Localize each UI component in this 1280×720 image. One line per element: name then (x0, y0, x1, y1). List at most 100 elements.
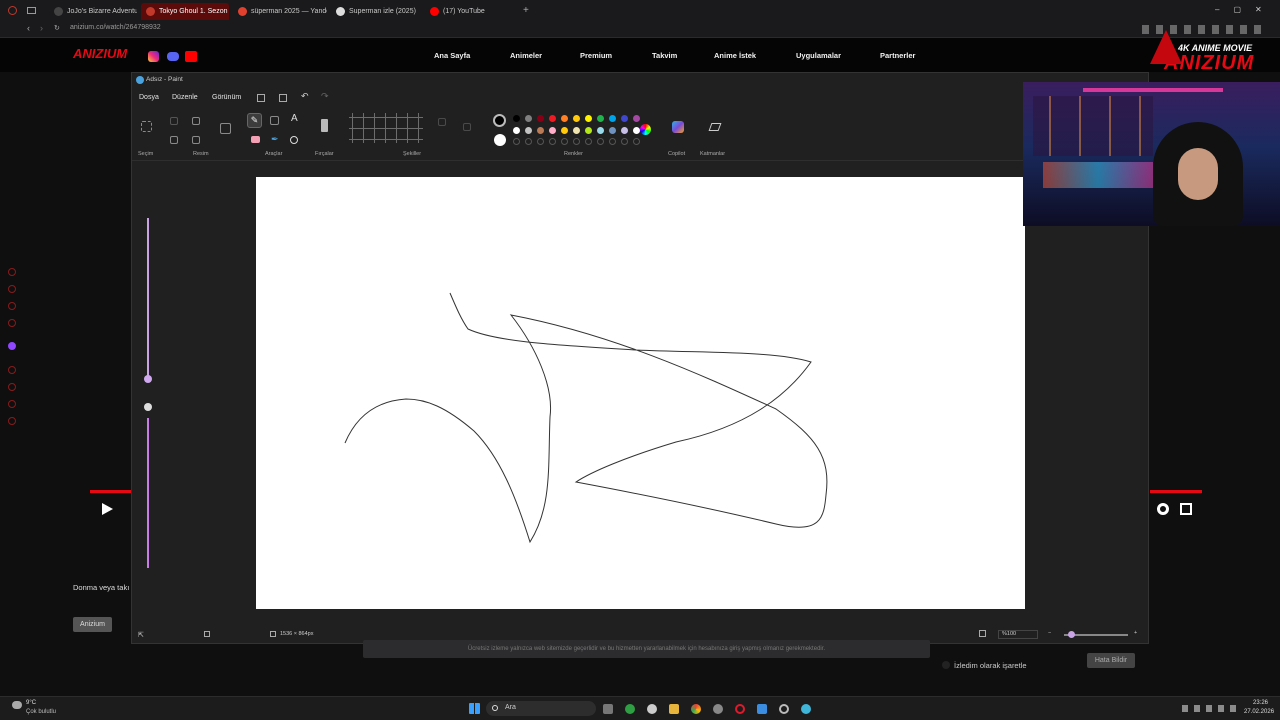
color-swatch[interactable] (585, 115, 592, 122)
sidebar-icon[interactable] (8, 400, 16, 408)
clock-date[interactable]: 27.02.2026 (1244, 709, 1274, 715)
color-swatch[interactable] (537, 127, 544, 134)
color2-swatch[interactable] (494, 134, 506, 146)
color-swatch[interactable] (621, 138, 628, 145)
eraser-icon[interactable] (251, 136, 260, 143)
watched-label[interactable]: İzledim olarak işaretle (954, 661, 1027, 670)
color-swatch[interactable] (585, 138, 592, 145)
color-swatch[interactable] (621, 115, 628, 122)
window-controls[interactable]: –▢✕ (1215, 5, 1276, 14)
browser-menu-icon[interactable] (8, 6, 17, 15)
nav-link[interactable]: Uygulamalar (796, 51, 841, 60)
nav-link[interactable]: Ana Sayfa (434, 51, 470, 60)
discord-icon[interactable] (167, 52, 179, 61)
steam-icon[interactable] (647, 704, 657, 714)
color-swatch[interactable] (609, 138, 616, 145)
open-icon[interactable] (279, 94, 287, 102)
report-button[interactable]: Hata Bildir (1087, 653, 1135, 668)
anizium-badge[interactable]: Anizium (73, 617, 112, 632)
start-icon[interactable] (469, 703, 480, 714)
tray-icons[interactable] (1182, 705, 1240, 712)
menu-item[interactable]: Görünüm (212, 91, 241, 105)
text-icon[interactable]: A (291, 113, 298, 124)
color-swatch[interactable] (549, 138, 556, 145)
brush-size-slider[interactable] (147, 218, 149, 381)
drawing-canvas[interactable] (256, 177, 1025, 609)
task-view-icon[interactable] (603, 704, 613, 714)
menu-item[interactable]: Dosya (139, 91, 159, 105)
image-select-icon[interactable] (220, 123, 231, 134)
rotate-icon[interactable] (170, 136, 178, 144)
color-swatch[interactable] (513, 138, 520, 145)
color-swatch[interactable] (549, 127, 556, 134)
nav-link[interactable]: Premium (580, 51, 612, 60)
new-tab-button[interactable]: + (523, 5, 529, 16)
color-swatch[interactable] (513, 127, 520, 134)
weather-desc[interactable]: Çok bulutlu (26, 709, 56, 715)
color-swatch[interactable] (597, 115, 604, 122)
undo-icon[interactable]: ↶ (301, 91, 309, 102)
crop-icon[interactable] (170, 117, 178, 125)
search-label[interactable]: Ara (505, 704, 516, 711)
browser-tab[interactable]: (17) YouTube (425, 3, 515, 20)
flip-icon[interactable] (192, 136, 200, 144)
nav-link[interactable]: Takvim (652, 51, 677, 60)
nav-link[interactable]: Animeler (510, 51, 542, 60)
color-swatch[interactable] (561, 115, 568, 122)
color-swatch[interactable] (633, 115, 640, 122)
watched-toggle[interactable] (942, 661, 950, 669)
back-icon[interactable]: ‹ (27, 23, 30, 33)
color-swatch[interactable] (621, 127, 628, 134)
twitch-icon[interactable] (8, 342, 16, 350)
color-swatch[interactable] (525, 138, 532, 145)
browser-tab[interactable]: süperman 2025 — Yande (233, 3, 327, 20)
menu-item[interactable]: Düzenle (172, 91, 198, 105)
brush-icon[interactable] (321, 119, 328, 132)
browser-tab[interactable]: Tokyo Ghoul 1. Sezon 7. B (141, 3, 229, 20)
zoom-in-icon[interactable]: + (1134, 630, 1137, 636)
pencil-tool[interactable]: ✎ (247, 113, 262, 128)
sidebar-icon[interactable] (8, 268, 16, 276)
edit-colors-icon[interactable] (640, 124, 651, 135)
chrome-icon[interactable] (691, 704, 701, 714)
color-swatch[interactable] (561, 127, 568, 134)
opacity-slider[interactable] (147, 418, 149, 568)
reload-icon[interactable]: ↻ (54, 24, 60, 32)
shape-fill-icon[interactable] (463, 123, 471, 131)
color-swatch[interactable] (537, 115, 544, 122)
color-swatch[interactable] (525, 127, 532, 134)
app-icon[interactable] (713, 704, 723, 714)
fullscreen-icon[interactable] (1180, 503, 1192, 515)
instagram-icon[interactable] (148, 51, 159, 62)
settings-icon[interactable] (1157, 503, 1169, 515)
video-progress-bar-right[interactable] (1150, 490, 1202, 493)
store-icon[interactable] (757, 704, 767, 714)
taskbar-search[interactable] (486, 701, 596, 716)
opera-icon[interactable] (735, 704, 745, 714)
settings-app-icon[interactable] (779, 704, 789, 714)
sidebar-icon[interactable] (8, 383, 16, 391)
video-progress-bar[interactable] (90, 490, 132, 493)
shapes-gallery[interactable] (349, 113, 423, 143)
color-swatch[interactable] (585, 127, 592, 134)
color-swatch[interactable] (573, 138, 580, 145)
fill-icon[interactable] (270, 116, 279, 125)
youtube-icon[interactable] (185, 51, 197, 62)
paint-taskbar-icon[interactable] (801, 704, 811, 714)
color-swatch[interactable] (633, 138, 640, 145)
select-tool-icon[interactable] (141, 121, 152, 132)
sidebar-icon[interactable] (8, 417, 16, 425)
brush-size-thumb[interactable] (144, 375, 152, 383)
copilot-icon[interactable] (672, 121, 684, 133)
nav-link[interactable]: Anime İstek (714, 51, 756, 60)
color-swatch[interactable] (597, 138, 604, 145)
color-swatch[interactable] (609, 127, 616, 134)
zoom-slider-thumb[interactable] (1068, 631, 1075, 638)
color-swatch[interactable] (597, 127, 604, 134)
color-swatch[interactable] (573, 115, 580, 122)
color-swatch[interactable] (513, 115, 520, 122)
site-logo[interactable]: ANIZIUM (73, 46, 131, 66)
folder-icon[interactable] (669, 704, 679, 714)
redo-icon[interactable]: ↷ (321, 91, 329, 102)
browser-tab[interactable]: JoJo's Bizarre Adventure (49, 3, 137, 20)
